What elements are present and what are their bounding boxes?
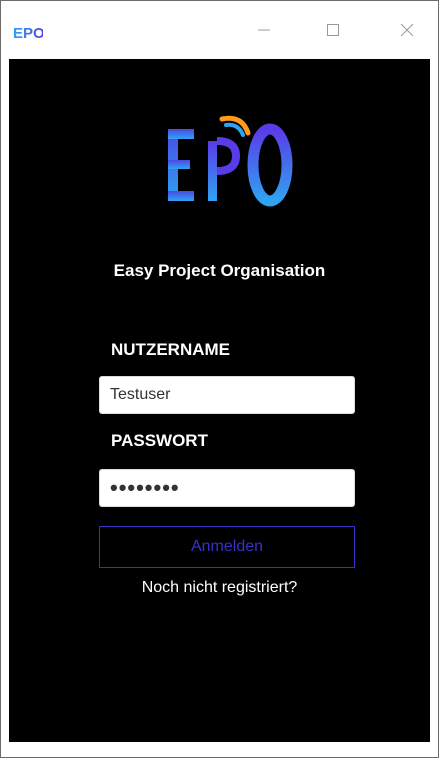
close-button[interactable] (384, 1, 430, 59)
app-icon-text: EPO (13, 25, 43, 40)
app-window: EPO Easy Project Organisation NUTZERNAME… (0, 0, 439, 758)
minimize-icon (258, 29, 270, 31)
title-bar[interactable]: EPO (1, 1, 438, 59)
register-link[interactable]: Noch nicht registriert? (9, 579, 430, 597)
login-button[interactable]: Anmelden (99, 526, 355, 568)
maximize-button[interactable] (310, 1, 356, 59)
maximize-icon (327, 24, 339, 36)
password-input[interactable] (99, 469, 355, 507)
password-label: PASSWORT (111, 431, 208, 450)
app-icon: EPO (13, 25, 43, 40)
close-icon (400, 23, 414, 37)
app-title: Easy Project Organisation (113, 261, 326, 280)
login-panel: Easy Project Organisation NUTZERNAME PAS… (9, 59, 430, 742)
epo-logo (168, 115, 293, 207)
username-input[interactable] (99, 376, 355, 414)
minimize-button[interactable] (241, 1, 287, 59)
username-label: NUTZERNAME (111, 340, 230, 359)
